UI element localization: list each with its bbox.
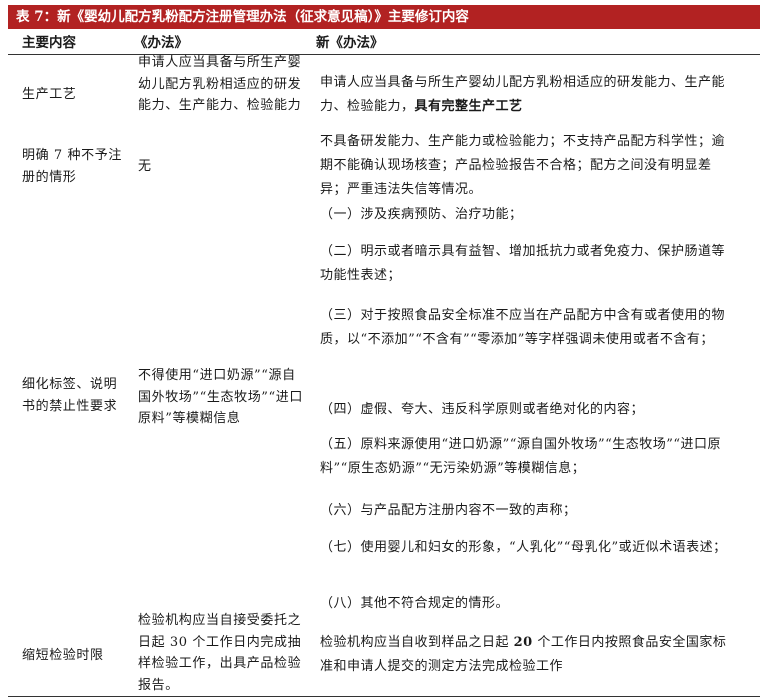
header-old-rules: 《办法》 (134, 35, 188, 51)
row-label-old: 不得使用“进口奶源”“源自国外牧场”“生态牧场”“进口原料”等模糊信息 (138, 368, 303, 426)
row-label-topic: 细化标签、说明书的禁止性要求 (22, 377, 118, 414)
row-inspection-new-days: 20 (513, 635, 533, 650)
row-label-item-5: （五）原料来源使用“进口奶源”“源自国外牧场”“生态牧场”“进口原料”“原生态奶… (320, 437, 722, 476)
row-label-item-7: （七）使用婴儿和妇女的形象，“人乳化”“母乳化”或近似术语表述； (320, 540, 727, 555)
row-rejection-old: 无 (138, 159, 152, 174)
header-main-content: 主要内容 (22, 35, 76, 51)
row-production-new: 申请人应当具备与所生产婴幼儿配方乳粉相适应的研发能力、生产能力、检验能力，具有完… (320, 71, 738, 119)
row-inspection-topic: 缩短检验时限 (22, 648, 104, 663)
row-label-item-3: （三）对于按照食品安全标准不应当在产品配方中含有或者使用的物质，以“不添加”“不… (320, 308, 726, 347)
row-production-new-emphasis: 具有完整生产工艺 (414, 99, 523, 114)
row-inspection-new: 检验机构应当自收到样品之日起 20 个工作日内按照食品安全国家标准和申请人提交的… (320, 631, 738, 679)
row-label-item-8: （八）其他不符合规定的情形。 (320, 596, 510, 611)
row-inspection-old: 检验机构应当自接受委托之日起 30 个工作日内完成抽样检验工作，出具产品检验报告… (138, 613, 302, 693)
row-inspection-new-text: 检验机构应当自收到样品之日起 (320, 635, 514, 650)
row-production-topic: 生产工艺 (22, 87, 77, 102)
row-rejection-new: 不具备研发能力、生产能力或检验能力；不支持产品配方科学性；逾期不能确认现场核查；… (320, 134, 726, 197)
table-bottom-border (8, 696, 760, 697)
row-label-item-6: （六）与产品配方注册内容不一致的声称； (320, 503, 577, 518)
row-rejection-topic: 明确 7 种不予注册的情形 (22, 148, 122, 185)
row-label-item-2: （二）明示或者暗示具有益智、增加抵抗力或者免疫力、保护肠道等功能性表述； (320, 244, 726, 283)
row-label-item-1: （一）涉及疾病预防、治疗功能； (320, 207, 523, 222)
row-label-item-4: （四）虚假、夸大、违反科学原则或者绝对化的内容； (320, 402, 645, 417)
row-production-old: 申请人应当具备与所生产婴幼儿配方乳粉相适应的研发能力、生产能力、检验能力 (138, 55, 302, 113)
header-divider (8, 54, 760, 55)
table-title: 表 7：新《婴幼儿配方乳粉配方注册管理办法（征求意见稿）》主要修订内容 (8, 5, 760, 29)
header-new-rules: 新《办法》 (316, 35, 384, 51)
